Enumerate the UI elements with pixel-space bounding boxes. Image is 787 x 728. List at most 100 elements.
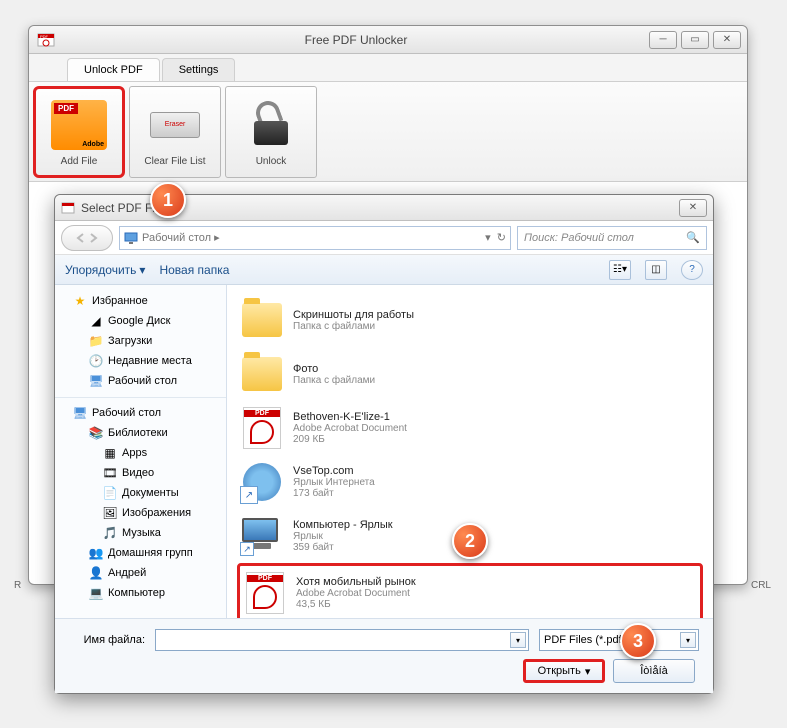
window-title: Free PDF Unlocker (63, 33, 649, 47)
nav-back-forward[interactable] (61, 225, 113, 251)
desktop-icon: 🖥 (73, 406, 87, 420)
dialog-close-button[interactable]: ✕ (679, 199, 707, 217)
dialog-body: ★Избранное ◢Google Диск 📁Загрузки 🕑Недав… (55, 285, 713, 618)
file-open-dialog: Select PDF File ✕ Рабочий стол ▸ ▾ ↻ Пои… (54, 194, 714, 694)
add-file-label: Add File (61, 156, 98, 167)
tree-google-disk[interactable]: ◢Google Диск (55, 311, 226, 331)
tree-libraries[interactable]: 📚Библиотеки (55, 423, 226, 443)
tab-settings[interactable]: Settings (162, 58, 236, 81)
tree-images[interactable]: 🖼Изображения (55, 503, 226, 523)
tree-computer[interactable]: 💻Компьютер (55, 583, 226, 603)
filter-dropdown[interactable]: ▾ (680, 632, 696, 648)
forward-arrow-icon (88, 233, 98, 243)
file-item-pdf-selected[interactable]: Хотя мобильный рынокAdobe Acrobat Docume… (237, 563, 703, 618)
filename-input[interactable]: ▾ (155, 629, 529, 651)
desktop-icon: 🖥 (89, 374, 103, 388)
bg-text-left: R (14, 580, 21, 591)
preview-pane-button[interactable]: ◫ (645, 260, 667, 280)
view-mode-button[interactable]: ☷▾ (609, 260, 631, 280)
dialog-icon (61, 201, 75, 215)
breadcrumb-dropdown[interactable]: ▾ ↻ (485, 231, 506, 244)
pdf-file-icon (241, 407, 283, 449)
computer-icon: 💻 (89, 586, 103, 600)
music-icon: 🎵 (103, 526, 117, 540)
organize-menu[interactable]: Упорядочить ▾ (65, 263, 145, 277)
tree-homegroup[interactable]: 👥Домашняя групп (55, 543, 226, 563)
pdf-adobe-icon (49, 98, 109, 152)
nav-row: Рабочий стол ▸ ▾ ↻ Поиск: Рабочий стол 🔍 (55, 221, 713, 255)
apps-icon: ▦ (103, 446, 117, 460)
clear-list-label: Clear File List (144, 156, 205, 167)
internet-shortcut-icon (241, 461, 283, 503)
recent-icon: 🕑 (89, 354, 103, 368)
app-icon: PDF (37, 31, 55, 49)
close-button[interactable]: ✕ (713, 31, 741, 49)
tree-user[interactable]: 👤Андрей (55, 563, 226, 583)
search-input[interactable]: Поиск: Рабочий стол 🔍 (517, 226, 707, 250)
file-item-folder[interactable]: ФотоПапка с файлами (237, 347, 703, 401)
video-icon: 🎞 (103, 466, 117, 480)
folder-icon (241, 353, 283, 395)
tree-favorites[interactable]: ★Избранное (55, 291, 226, 311)
cancel-button[interactable]: Îòìåíà (613, 659, 695, 683)
eraser-icon: Eraser (145, 98, 205, 152)
search-icon: 🔍 (686, 231, 700, 244)
pdf-file-icon (244, 572, 286, 614)
folder-icon: 📁 (89, 334, 103, 348)
new-folder-button[interactable]: Новая папка (159, 263, 229, 277)
folder-icon (241, 299, 283, 341)
tree-documents[interactable]: 📄Документы (55, 483, 226, 503)
maximize-button[interactable]: ▭ (681, 31, 709, 49)
tree-music[interactable]: 🎵Музыка (55, 523, 226, 543)
dialog-footer: Имя файла: ▾ PDF Files (*.pdf)▾ Открыть▾… (55, 618, 713, 693)
tree-desktop-fav[interactable]: 🖥Рабочий стол (55, 371, 226, 391)
minimize-button[interactable]: ─ (649, 31, 677, 49)
drive-icon: ◢ (89, 314, 103, 328)
file-list: Скриншоты для работыПапка с файлами Фото… (227, 285, 713, 618)
tree-recent[interactable]: 🕑Недавние места (55, 351, 226, 371)
file-item-folder[interactable]: Скриншоты для работыПапка с файлами (237, 293, 703, 347)
nav-tree: ★Избранное ◢Google Диск 📁Загрузки 🕑Недав… (55, 285, 227, 618)
computer-shortcut-icon: ↗ (241, 515, 283, 557)
tree-downloads[interactable]: 📁Загрузки (55, 331, 226, 351)
star-icon: ★ (73, 294, 87, 308)
split-arrow-icon: ▾ (585, 665, 591, 678)
open-button[interactable]: Открыть▾ (523, 659, 605, 683)
filetype-filter[interactable]: PDF Files (*.pdf)▾ (539, 629, 699, 651)
tab-bar: Unlock PDF Settings (29, 54, 747, 82)
address-bar[interactable]: Рабочий стол ▸ ▾ ↻ (119, 226, 511, 250)
annotation-callout-1: 1 (150, 182, 186, 218)
user-icon: 👤 (89, 566, 103, 580)
annotation-callout-3: 3 (620, 623, 656, 659)
clear-list-button[interactable]: Eraser Clear File List (129, 86, 221, 178)
file-item-url[interactable]: VseTop.comЯрлык Интернета173 байт (237, 455, 703, 509)
unlock-label: Unlock (256, 156, 287, 167)
tree-apps[interactable]: ▦Apps (55, 443, 226, 463)
tab-unlock-pdf[interactable]: Unlock PDF (67, 58, 160, 81)
filename-label: Имя файла: (69, 634, 145, 646)
unlock-button[interactable]: Unlock (225, 86, 317, 178)
annotation-callout-2: 2 (452, 523, 488, 559)
window-controls: ─ ▭ ✕ (649, 31, 741, 49)
bg-text-right: CRL (751, 580, 771, 591)
ribbon: Add File Eraser Clear File List Unlock (29, 82, 747, 182)
dialog-toolbar: Упорядочить ▾ Новая папка ☷▾ ◫ ? (55, 255, 713, 285)
documents-icon: 📄 (103, 486, 117, 500)
breadcrumb: Рабочий стол ▸ (142, 231, 220, 244)
file-item-pdf[interactable]: Bethoven-K-E'lize-1Adobe Acrobat Documen… (237, 401, 703, 455)
padlock-icon (241, 98, 301, 152)
tree-desktop[interactable]: 🖥Рабочий стол (55, 397, 226, 423)
help-button[interactable]: ? (681, 260, 703, 280)
chevron-down-icon: ▾ (139, 263, 145, 277)
monitor-icon (124, 232, 138, 244)
library-icon: 📚 (89, 426, 103, 440)
svg-text:PDF: PDF (40, 34, 49, 39)
add-file-button[interactable]: Add File (33, 86, 125, 178)
homegroup-icon: 👥 (89, 546, 103, 560)
tree-video[interactable]: 🎞Видео (55, 463, 226, 483)
images-icon: 🖼 (103, 506, 117, 520)
filename-dropdown[interactable]: ▾ (510, 632, 526, 648)
search-placeholder: Поиск: Рабочий стол (524, 232, 634, 244)
titlebar: PDF Free PDF Unlocker ─ ▭ ✕ (29, 26, 747, 54)
back-arrow-icon (76, 233, 86, 243)
